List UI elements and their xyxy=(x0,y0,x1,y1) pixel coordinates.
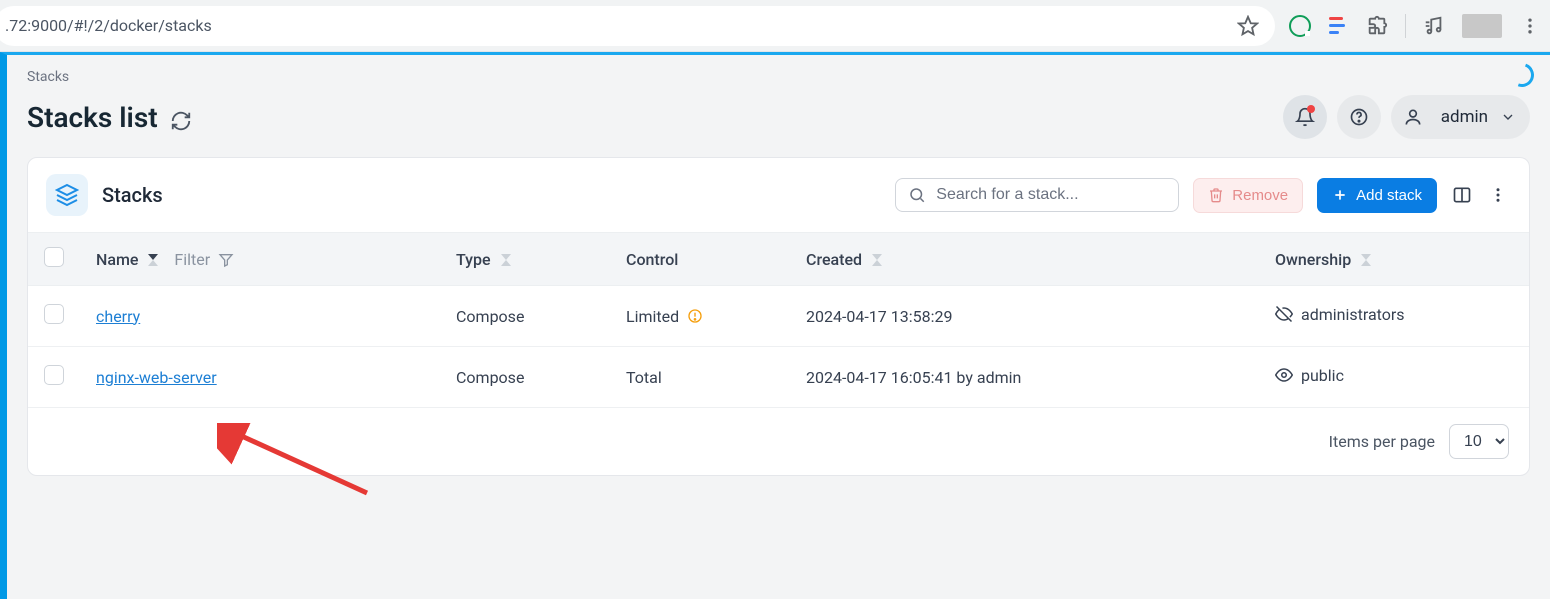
cell-control: Total xyxy=(610,347,790,408)
columns-icon[interactable] xyxy=(1451,184,1473,206)
card-title: Stacks xyxy=(102,183,163,207)
col-ownership[interactable]: Ownership xyxy=(1259,233,1529,286)
card-footer: Items per page 10 xyxy=(28,408,1529,475)
add-stack-label: Add stack xyxy=(1356,187,1422,204)
row-checkbox[interactable] xyxy=(44,304,64,324)
cell-ownership: administrators xyxy=(1275,305,1405,324)
chevron-down-icon xyxy=(1500,109,1516,125)
sort-created-icon xyxy=(872,252,882,268)
filter-label[interactable]: Filter xyxy=(174,250,210,269)
col-name[interactable]: Name Filter xyxy=(80,233,440,286)
select-all-checkbox[interactable] xyxy=(44,247,64,267)
page-header: Stacks list admin xyxy=(27,95,1530,139)
col-created[interactable]: Created xyxy=(790,233,1259,286)
row-checkbox[interactable] xyxy=(44,365,64,385)
search-input[interactable] xyxy=(936,186,1166,204)
divider xyxy=(1405,14,1406,38)
more-icon[interactable] xyxy=(1487,184,1509,206)
cell-created: 2024-04-17 13:58:29 xyxy=(790,286,1259,347)
profile-block[interactable] xyxy=(1462,14,1502,38)
plus-icon xyxy=(1332,187,1348,203)
grammarly-icon[interactable] xyxy=(1289,15,1311,37)
cell-type: Compose xyxy=(440,286,610,347)
page-title: Stacks list xyxy=(27,101,192,134)
filter-icon[interactable] xyxy=(218,252,234,268)
add-stack-button[interactable]: Add stack xyxy=(1317,178,1437,213)
items-per-page-select[interactable]: 10 xyxy=(1449,424,1509,459)
notification-dot-icon xyxy=(1307,105,1315,113)
search-input-wrap[interactable] xyxy=(895,178,1179,212)
extensions-icon[interactable] xyxy=(1365,14,1389,38)
search-icon xyxy=(908,186,926,204)
todoist-icon[interactable] xyxy=(1327,15,1349,37)
stacks-icon xyxy=(46,174,88,216)
user-name: admin xyxy=(1441,107,1488,127)
kebab-menu-icon[interactable] xyxy=(1518,14,1542,38)
stacks-table: Name Filter Type xyxy=(28,232,1529,408)
col-type[interactable]: Type xyxy=(440,233,610,286)
col-control: Control xyxy=(610,233,790,286)
eye-icon xyxy=(1275,366,1293,384)
breadcrumb[interactable]: Stacks xyxy=(27,69,1530,85)
header-actions: admin xyxy=(1283,95,1530,139)
notifications-button[interactable] xyxy=(1283,95,1327,139)
cell-type: Compose xyxy=(440,347,610,408)
sort-type-icon xyxy=(501,252,511,268)
items-per-page-label: Items per page xyxy=(1329,432,1435,451)
stack-link[interactable]: cherry xyxy=(96,307,140,326)
app-viewport: Stacks Stacks list admin xyxy=(0,52,1550,599)
trash-icon xyxy=(1208,187,1224,203)
sort-name-icon xyxy=(148,252,158,268)
table-row: nginx-web-server Compose Total 2024-04-1… xyxy=(28,347,1529,408)
remove-button[interactable]: Remove xyxy=(1193,178,1303,213)
page-title-text: Stacks list xyxy=(27,101,158,134)
user-menu[interactable]: admin xyxy=(1391,95,1530,139)
sort-ownership-icon xyxy=(1361,252,1371,268)
stack-link[interactable]: nginx-web-server xyxy=(96,368,217,387)
cell-created: 2024-04-17 16:05:41 by admin xyxy=(790,347,1259,408)
address-bar[interactable]: .72:9000/#!/2/docker/stacks xyxy=(0,6,1275,46)
table-row: cherry Compose Limited 2024-04-17 13:58:… xyxy=(28,286,1529,347)
help-button[interactable] xyxy=(1337,95,1381,139)
eye-off-icon xyxy=(1275,305,1293,323)
loading-spinner-icon xyxy=(1506,59,1538,91)
warning-icon xyxy=(687,308,703,324)
cell-control: Limited xyxy=(626,307,703,326)
remove-label: Remove xyxy=(1232,187,1288,204)
table-header-row: Name Filter Type xyxy=(28,233,1529,286)
browser-toolbar: .72:9000/#!/2/docker/stacks xyxy=(0,0,1550,52)
browser-extensions xyxy=(1275,14,1542,38)
star-icon[interactable] xyxy=(1236,14,1260,38)
media-controls-icon[interactable] xyxy=(1422,14,1446,38)
cell-ownership: public xyxy=(1275,366,1344,385)
card-header: Stacks Remove Add stack xyxy=(28,158,1529,232)
user-icon xyxy=(1397,101,1429,133)
stacks-card: Stacks Remove Add stack xyxy=(27,157,1530,476)
refresh-icon[interactable] xyxy=(170,106,192,128)
url-text: .72:9000/#!/2/docker/stacks xyxy=(5,16,1236,35)
